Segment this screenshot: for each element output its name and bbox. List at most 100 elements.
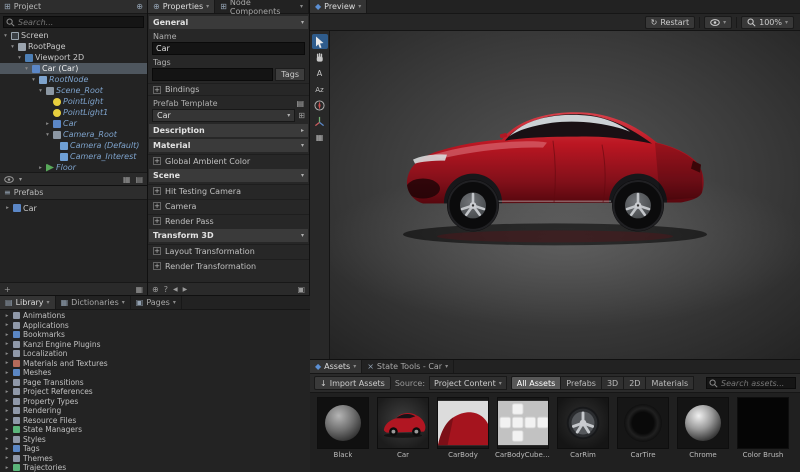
caret-right-icon[interactable]: ▸: [4, 360, 10, 366]
caret-right-icon[interactable]: ▸: [4, 455, 10, 461]
caret-right-icon[interactable]: ▸: [4, 465, 10, 471]
help-icon[interactable]: ?: [164, 285, 168, 294]
add-property-icon[interactable]: +: [153, 157, 161, 165]
asset-card-cartire[interactable]: CarTire: [614, 397, 672, 468]
tab-pages[interactable]: ▣ Pages ▾: [131, 296, 182, 309]
library-item-bookmarks[interactable]: ▸Bookmarks: [0, 330, 310, 340]
tab-state-tools[interactable]: × State Tools - Car ▾: [362, 360, 454, 373]
text-select-tool[interactable]: A: [312, 66, 328, 81]
tags-button[interactable]: Tags: [275, 68, 305, 81]
section-transform-3d[interactable]: Transform 3D ▾: [149, 229, 308, 242]
tab-dictionaries[interactable]: ▦ Dictionaries ▾: [56, 296, 131, 309]
caret-right-icon[interactable]: ▸: [4, 389, 10, 395]
caret-down-icon[interactable]: ▾: [37, 88, 44, 94]
prefabs-grid-icon[interactable]: ▦: [135, 285, 143, 294]
add-property-icon[interactable]: +: [153, 217, 161, 225]
settings-plus-icon[interactable]: ⊕: [152, 285, 159, 294]
section-material[interactable]: Material ▾: [149, 139, 308, 152]
library-item-styles[interactable]: ▸Styles: [0, 435, 310, 445]
global-ambient-color-row[interactable]: + Global Ambient Color: [148, 154, 309, 167]
tags-input[interactable]: [152, 68, 273, 81]
library-item-state-managers[interactable]: ▸State Managers: [0, 425, 310, 435]
tree-item-car-car[interactable]: ▾Car (Car): [0, 63, 147, 74]
asset-card-black[interactable]: Black: [314, 397, 372, 468]
tab-preview[interactable]: ◆ Preview ▾: [310, 0, 367, 13]
list-view-icon[interactable]: ▤: [135, 175, 143, 184]
asset-card-carbodycubema[interactable]: CarBodyCubema...: [494, 397, 552, 468]
caret-down-icon[interactable]: ▾: [30, 77, 37, 83]
library-item-tags[interactable]: ▸Tags: [0, 444, 310, 454]
library-item-trajectories[interactable]: ▸Trajectories: [0, 463, 310, 472]
tab-assets[interactable]: ◆ Assets ▾: [310, 360, 362, 373]
import-assets-button[interactable]: ↓ Import Assets: [314, 376, 391, 390]
compass-tool[interactable]: [312, 98, 328, 113]
caret-right-icon[interactable]: ▸: [4, 205, 11, 211]
hit-testing-camera-row[interactable]: + Hit Testing Camera: [148, 184, 309, 197]
restart-button[interactable]: ↻ Restart: [645, 16, 695, 29]
caret-right-icon[interactable]: ▸: [4, 379, 10, 385]
library-item-page-transitions[interactable]: ▸Page Transitions: [0, 378, 310, 388]
caret-right-icon[interactable]: ▸: [4, 427, 10, 433]
tree-item-rootnode[interactable]: ▾RootNode: [0, 74, 147, 85]
caret-down-icon[interactable]: ▾: [44, 132, 51, 138]
name-input[interactable]: [152, 42, 305, 55]
add-property-icon[interactable]: +: [153, 187, 161, 195]
caret-right-icon[interactable]: ▸: [4, 417, 10, 423]
tree-item-viewport-2d[interactable]: ▾Viewport 2D: [0, 52, 147, 63]
visibility-filter-icon[interactable]: [4, 176, 14, 183]
text-order-tool[interactable]: Az: [312, 82, 328, 97]
library-item-meshes[interactable]: ▸Meshes: [0, 368, 310, 378]
camera-row[interactable]: + Camera: [148, 199, 309, 212]
filter-2d[interactable]: 2D: [624, 376, 646, 390]
caret-down-icon[interactable]: ▾: [2, 33, 9, 39]
library-item-rendering[interactable]: ▸Rendering: [0, 406, 310, 416]
caret-right-icon[interactable]: ▸: [4, 436, 10, 442]
back-icon[interactable]: ◀: [173, 286, 178, 293]
filter-3d[interactable]: 3D: [602, 376, 624, 390]
caret-right-icon[interactable]: ▸: [37, 165, 44, 171]
asset-card-carrim[interactable]: CarRim: [554, 397, 612, 468]
caret-down-icon[interactable]: ▾: [23, 66, 30, 72]
section-general[interactable]: General ▾: [149, 16, 308, 29]
close-icon[interactable]: ×: [367, 362, 374, 371]
layout-transformation-row[interactable]: + Layout Transformation: [148, 244, 309, 257]
caret-right-icon[interactable]: ▸: [4, 322, 10, 328]
grid-tool[interactable]: ▦: [312, 130, 328, 145]
tree-item-floor[interactable]: ▸Floor: [0, 162, 147, 172]
tree-item-car[interactable]: ▸Car: [0, 118, 147, 129]
section-scene[interactable]: Scene ▾: [149, 169, 308, 182]
zoom-control[interactable]: 100% ▾: [741, 16, 794, 29]
library-item-applications[interactable]: ▸Applications: [0, 321, 310, 331]
library-item-animations[interactable]: ▸Animations: [0, 311, 310, 321]
tab-library[interactable]: ▤ Library ▾: [0, 296, 56, 309]
prefab-item-car[interactable]: ▸Car: [0, 202, 147, 214]
library-item-themes[interactable]: ▸Themes: [0, 454, 310, 464]
add-prefab-icon[interactable]: +: [4, 285, 11, 294]
tree-item-scene-root[interactable]: ▾Scene_Root: [0, 85, 147, 96]
filter-materials[interactable]: Materials: [646, 376, 694, 390]
caret-right-icon[interactable]: ▸: [4, 351, 10, 357]
tree-item-pointlight1[interactable]: PointLight1: [0, 107, 147, 118]
library-item-project-references[interactable]: ▸Project References: [0, 387, 310, 397]
tree-item-camera-root[interactable]: ▾Camera_Root: [0, 129, 147, 140]
library-item-kanzi-engine-plugins[interactable]: ▸Kanzi Engine Plugins: [0, 340, 310, 350]
add-property-icon[interactable]: +: [153, 202, 161, 210]
caret-right-icon[interactable]: ▸: [4, 398, 10, 404]
caret-right-icon[interactable]: ▸: [44, 121, 51, 127]
caret-right-icon[interactable]: ▸: [4, 332, 10, 338]
library-item-property-types[interactable]: ▸Property Types: [0, 397, 310, 407]
assets-search-input[interactable]: [706, 377, 796, 389]
prefab-template-edit-icon[interactable]: ⊞: [298, 111, 305, 120]
caret-down-icon[interactable]: ▾: [16, 55, 23, 61]
filter-prefabs[interactable]: Prefabs: [561, 376, 602, 390]
axes-tool[interactable]: [312, 114, 328, 129]
asset-card-car[interactable]: Car: [374, 397, 432, 468]
tree-item-rootpage[interactable]: ▾RootPage: [0, 41, 147, 52]
library-item-localization[interactable]: ▸Localization: [0, 349, 310, 359]
preview-canvas[interactable]: [330, 31, 800, 359]
prefab-template-dropdown[interactable]: Car ▾: [152, 109, 295, 122]
filter-caret-icon[interactable]: ▾: [19, 176, 22, 183]
tree-item-screen[interactable]: ▾Screen: [0, 30, 147, 41]
prefab-template-options-icon[interactable]: ▤: [296, 99, 304, 108]
render-pass-row[interactable]: + Render Pass: [148, 214, 309, 227]
